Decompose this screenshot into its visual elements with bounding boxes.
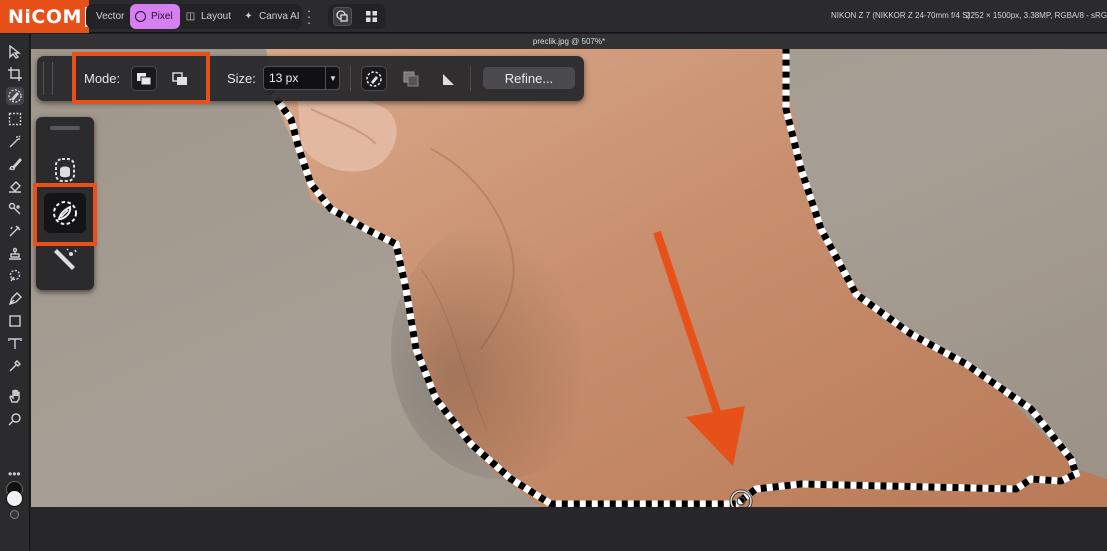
canvas-pasteboard bbox=[31, 507, 1107, 551]
snap-edges-icon bbox=[366, 70, 382, 87]
persona-canva-ai[interactable]: ✦ Canva AI bbox=[239, 4, 304, 29]
shape-tool-icon bbox=[9, 315, 21, 327]
paint-brush-tool-icon bbox=[9, 157, 22, 171]
app-window: NiCOM ■■■ Vector Pixel ◫ Layout ✦ Canva … bbox=[0, 0, 1107, 551]
color-picker-tool[interactable] bbox=[6, 357, 24, 375]
clone-tool-icon bbox=[9, 247, 21, 260]
persona-layout-label: Layout bbox=[201, 11, 232, 22]
tool-highlight-box bbox=[33, 183, 97, 246]
document-tab[interactable]: preclik.jpg @ 507%* bbox=[31, 34, 1107, 49]
marquee-tool-icon bbox=[8, 112, 22, 126]
selection-mode-button[interactable] bbox=[333, 7, 352, 26]
freehand-selection-icon bbox=[55, 158, 75, 182]
more-menu-icon[interactable]: · · · bbox=[306, 4, 312, 29]
persona-canva-ai-label: Canva AI bbox=[259, 11, 300, 22]
retouch-tool-icon bbox=[8, 202, 21, 215]
persona-pixel[interactable]: Pixel bbox=[130, 4, 180, 29]
move-tool-icon bbox=[9, 45, 22, 59]
soft-edges-icon bbox=[443, 73, 454, 85]
flyout-smart-selection-tool[interactable] bbox=[44, 240, 86, 280]
move-tool[interactable] bbox=[6, 43, 24, 61]
dodge-tool[interactable] bbox=[6, 267, 24, 285]
flood-select-tool[interactable] bbox=[6, 133, 24, 151]
text-tool[interactable] bbox=[6, 335, 24, 353]
crop-tool[interactable] bbox=[6, 65, 24, 83]
document-info: 2252 × 1500px, 3.38MP, RGBA/8 - sRGB IEC… bbox=[966, 11, 1107, 20]
healing-tool[interactable] bbox=[6, 222, 24, 240]
flood-select-tool-icon bbox=[9, 135, 21, 148]
marquee-tool[interactable] bbox=[6, 110, 24, 128]
select-shape-icon bbox=[336, 10, 348, 22]
sparkle-icon: ✦ bbox=[244, 11, 253, 22]
swap-colors-icon[interactable] bbox=[10, 510, 19, 519]
persona-pixel-label: Pixel bbox=[151, 11, 173, 22]
selection-brush-tool[interactable] bbox=[6, 87, 24, 105]
chevron-down-icon[interactable]: ▼ bbox=[325, 66, 340, 90]
fill-tool-icon bbox=[9, 181, 21, 193]
shape-tool[interactable] bbox=[6, 312, 24, 330]
zoom-tool[interactable] bbox=[6, 410, 24, 428]
color-picker-tool-icon bbox=[9, 360, 21, 372]
snap-to-edges-button[interactable] bbox=[361, 66, 387, 91]
persona-vector[interactable]: Vector bbox=[92, 4, 128, 29]
tools-panel: ••• bbox=[0, 34, 30, 551]
hand-tool-icon bbox=[9, 389, 20, 403]
text-tool-icon bbox=[8, 338, 22, 349]
flyout-grip[interactable] bbox=[50, 126, 80, 130]
retouch-tool[interactable] bbox=[6, 200, 24, 218]
app-logo: NiCOM ■■■ bbox=[0, 0, 89, 33]
persona-layout[interactable]: ◫ Layout bbox=[181, 4, 235, 29]
toolbar-divider bbox=[470, 66, 471, 91]
layout-persona-icon: ◫ bbox=[185, 11, 196, 22]
toolbar-divider bbox=[350, 66, 351, 91]
canvas[interactable] bbox=[31, 49, 1107, 507]
grid-icon bbox=[366, 11, 377, 22]
photo-hand bbox=[31, 49, 1107, 507]
grid-view-button[interactable] bbox=[362, 7, 381, 26]
logo-text: NiCOM bbox=[8, 5, 82, 28]
top-toolbar: NiCOM ■■■ Vector Pixel ◫ Layout ✦ Canva … bbox=[0, 0, 1107, 33]
size-label: Size: bbox=[227, 71, 256, 86]
pixel-persona-icon bbox=[135, 11, 146, 22]
more-tools-icon[interactable]: ••• bbox=[8, 467, 21, 481]
fill-tool[interactable] bbox=[6, 177, 24, 195]
selection-brush-tool-icon bbox=[8, 89, 22, 103]
smart-selection-icon bbox=[54, 248, 77, 270]
pen-tool-icon bbox=[8, 292, 22, 306]
mode-highlight-box bbox=[72, 52, 210, 104]
zoom-tool-icon bbox=[8, 413, 21, 426]
pen-tool[interactable] bbox=[6, 290, 24, 308]
dodge-tool-icon bbox=[9, 269, 21, 282]
sample-all-layers-button[interactable] bbox=[398, 66, 424, 91]
hand-tool[interactable] bbox=[6, 387, 24, 405]
healing-tool-icon bbox=[9, 225, 21, 237]
clone-tool[interactable] bbox=[6, 245, 24, 263]
layers-icon bbox=[403, 71, 419, 86]
foreground-color-swatch[interactable] bbox=[6, 490, 23, 507]
crop-tool-icon bbox=[8, 67, 22, 81]
soft-edges-button[interactable] bbox=[435, 66, 461, 91]
toolbar-grip[interactable] bbox=[43, 62, 53, 95]
paint-brush-tool[interactable] bbox=[6, 155, 24, 173]
refine-button[interactable]: Refine... bbox=[483, 67, 575, 89]
camera-info: NIKON Z 7 (NIKKOR Z 24-70mm f/4 S) bbox=[831, 11, 971, 20]
persona-vector-label: Vector bbox=[96, 11, 125, 22]
